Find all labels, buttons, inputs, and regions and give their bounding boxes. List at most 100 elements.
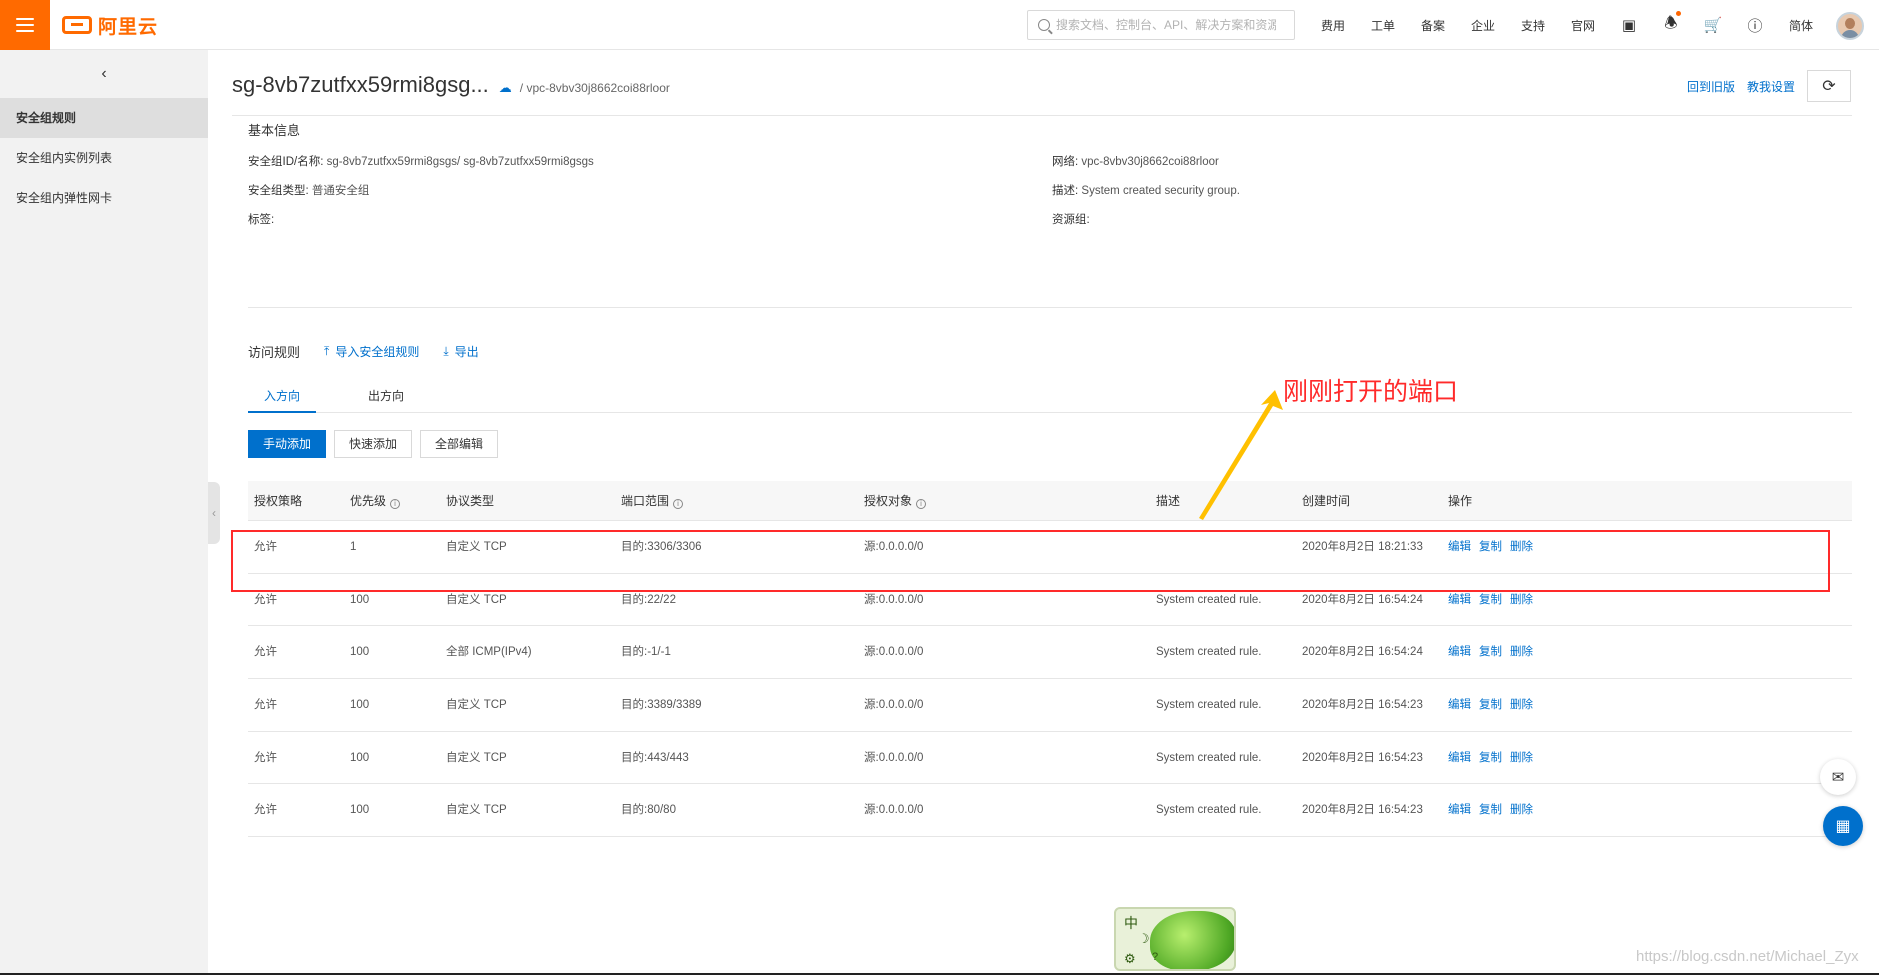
sidebar-item-instances[interactable]: 安全组内实例列表 bbox=[0, 138, 208, 178]
delete-link[interactable]: 删除 bbox=[1510, 626, 1533, 678]
info-network: 网络: vpc-8vbv30j8662coi88rloor bbox=[1052, 153, 1219, 169]
copy-link[interactable]: 复制 bbox=[1479, 626, 1502, 678]
cell-created-time: 2020年8月2日 16:54:23 bbox=[1302, 804, 1423, 817]
table-row: 允许 100 自定义 TCP 目的:80/80 源:0.0.0.0/0 System cr… bbox=[248, 784, 1852, 838]
info-id-label: 安全组ID/名称: bbox=[248, 156, 324, 168]
cell-actions: 编辑 复制 删除 bbox=[1448, 784, 1533, 836]
info-network-label: 网络: bbox=[1052, 156, 1079, 168]
cell-description: System created rule. bbox=[1156, 804, 1262, 817]
refresh-button[interactable]: ⟳ bbox=[1807, 70, 1851, 102]
cell-priority: 100 bbox=[350, 751, 370, 764]
search-box[interactable] bbox=[1027, 10, 1295, 40]
cell-policy: 允许 bbox=[254, 646, 277, 659]
edit-link[interactable]: 编辑 bbox=[1448, 626, 1471, 678]
back-to-old-link[interactable]: 回到旧版 bbox=[1687, 78, 1735, 95]
nav-fees[interactable]: 费用 bbox=[1308, 17, 1358, 34]
bell-icon[interactable]: 🕭 bbox=[1650, 10, 1692, 38]
rules-header: 访问规则 ⤒ 导入安全组规则 ⤓ 导出 bbox=[248, 342, 479, 361]
tutorial-link[interactable]: 教我设置 bbox=[1747, 78, 1795, 95]
language-switch[interactable]: 简体 bbox=[1776, 17, 1826, 34]
logo-text: 阿里云 bbox=[98, 16, 159, 38]
cell-description: System created rule. bbox=[1156, 699, 1262, 712]
help-icon[interactable]: ? bbox=[1152, 951, 1158, 963]
cell-policy: 允许 bbox=[254, 699, 277, 712]
delete-link[interactable]: 删除 bbox=[1510, 679, 1533, 731]
export-label: 导出 bbox=[454, 345, 479, 359]
apps-grid-icon[interactable]: ▦ bbox=[1823, 806, 1863, 846]
copy-link[interactable]: 复制 bbox=[1479, 679, 1502, 731]
edit-all-button[interactable]: 全部编辑 bbox=[420, 430, 499, 458]
cell-port-range: 目的:443/443 bbox=[621, 751, 689, 764]
user-avatar[interactable] bbox=[1836, 12, 1864, 40]
ime-mode-char[interactable]: 中 bbox=[1124, 913, 1138, 933]
gear-icon[interactable]: ⚙ bbox=[1124, 951, 1136, 967]
info-tags-label: 标签: bbox=[248, 214, 275, 226]
divider bbox=[232, 115, 1852, 116]
menu-icon[interactable] bbox=[0, 0, 50, 50]
col-priority-label: 优先级 bbox=[350, 494, 387, 508]
cell-protocol: 自定义 TCP bbox=[446, 751, 507, 764]
col-object: 授权对象 i bbox=[864, 481, 927, 521]
nav-official-site[interactable]: 官网 bbox=[1558, 17, 1608, 34]
import-rules-link[interactable]: ⤒ 导入安全组规则 bbox=[324, 343, 419, 360]
nav-enterprise[interactable]: 企业 bbox=[1458, 17, 1508, 34]
copy-link[interactable]: 复制 bbox=[1479, 784, 1502, 836]
nav-tickets[interactable]: 工单 bbox=[1358, 17, 1408, 34]
info-icon[interactable]: i bbox=[916, 499, 927, 509]
chat-icon[interactable]: ✉ bbox=[1820, 759, 1856, 795]
col-port-label: 端口范围 bbox=[621, 494, 670, 508]
watermark: https://blog.csdn.net/Michael_Zyx bbox=[1636, 948, 1859, 965]
info-tags: 标签: bbox=[248, 211, 274, 227]
nav-support[interactable]: 支持 bbox=[1508, 17, 1558, 34]
vpc-breadcrumb[interactable]: / vpc-8vbv30j8662coi88rloor bbox=[520, 81, 670, 95]
cell-auth-object: 源:0.0.0.0/0 bbox=[864, 646, 924, 659]
cell-protocol: 自定义 TCP bbox=[446, 804, 507, 817]
info-icon[interactable]: i bbox=[673, 499, 684, 509]
cell-created-time: 2020年8月2日 16:54:23 bbox=[1302, 751, 1423, 764]
cell-policy: 允许 bbox=[254, 751, 277, 764]
cell-auth-object: 源:0.0.0.0/0 bbox=[864, 699, 924, 712]
top-navbar: 阿里云 费用 工单 备案 企业 支持 官网 ▣ 🕭 🛒 ⓘ 简体 bbox=[0, 0, 1879, 50]
manual-add-button[interactable]: 手动添加 bbox=[248, 430, 327, 458]
sidebar-item-rules[interactable]: 安全组规则 bbox=[0, 98, 208, 138]
delete-link[interactable]: 删除 bbox=[1510, 732, 1533, 784]
col-policy: 授权策略 bbox=[254, 494, 303, 508]
cell-protocol: 自定义 TCP bbox=[446, 699, 507, 712]
sidebar-item-eni[interactable]: 安全组内弹性网卡 bbox=[0, 178, 208, 218]
search-input[interactable] bbox=[1056, 18, 1276, 32]
download-icon: ⤓ bbox=[443, 344, 449, 358]
page-header: sg-8vb7zutfxx59rmi8gsg... ☁ / vpc-8vbv30… bbox=[232, 72, 670, 98]
terminal-icon[interactable]: ▣ bbox=[1608, 16, 1650, 34]
table-header: 授权策略 优先级 i 协议类型 端口范围 i 授权对象 i 描述 创建时间 操作 bbox=[248, 481, 1852, 521]
tab-inbound[interactable]: 入方向 bbox=[248, 385, 316, 413]
info-type-label: 安全组类型: bbox=[248, 185, 309, 197]
edit-link[interactable]: 编辑 bbox=[1448, 732, 1471, 784]
info-description-value: System created security group. bbox=[1081, 185, 1240, 197]
rules-title: 访问规则 bbox=[248, 345, 301, 360]
ime-widget[interactable]: 中 ☽ ⚙ ? bbox=[1114, 907, 1236, 971]
info-description-label: 描述: bbox=[1052, 185, 1079, 197]
copy-link[interactable]: 复制 bbox=[1479, 732, 1502, 784]
help-icon[interactable]: ⓘ bbox=[1734, 15, 1776, 36]
top-nav-links: 费用 工单 备案 企业 支持 官网 ▣ 🕭 🛒 ⓘ 简体 bbox=[1308, 0, 1826, 50]
upload-icon: ⤒ bbox=[324, 344, 330, 358]
nav-icp[interactable]: 备案 bbox=[1408, 17, 1458, 34]
export-link[interactable]: ⤓ 导出 bbox=[443, 343, 478, 360]
cloud-icon[interactable]: ☁ bbox=[499, 80, 512, 96]
info-resource-group: 资源组: bbox=[1052, 211, 1090, 227]
sidebar: ‹ 安全组规则 安全组内实例列表 安全组内弹性网卡 bbox=[0, 50, 208, 975]
info-icon[interactable]: i bbox=[390, 499, 401, 509]
cell-port-range: 目的:80/80 bbox=[621, 804, 676, 817]
tab-outbound[interactable]: 出方向 bbox=[352, 385, 420, 413]
quick-add-button[interactable]: 快速添加 bbox=[334, 430, 413, 458]
cart-icon[interactable]: 🛒 bbox=[1692, 16, 1734, 34]
col-created-time: 创建时间 bbox=[1302, 494, 1351, 508]
edit-link[interactable]: 编辑 bbox=[1448, 784, 1471, 836]
moon-icon[interactable]: ☽ bbox=[1138, 931, 1150, 947]
delete-link[interactable]: 删除 bbox=[1510, 784, 1533, 836]
aliyun-logo[interactable]: 阿里云 bbox=[62, 12, 158, 38]
table-row: 允许 100 自定义 TCP 目的:3389/3389 源:0.0.0.0/0 Syste… bbox=[248, 679, 1852, 732]
edit-link[interactable]: 编辑 bbox=[1448, 679, 1471, 731]
collapse-chevron-left-icon[interactable]: ‹ bbox=[0, 50, 208, 98]
info-network-value: vpc-8vbv30j8662coi88rloor bbox=[1081, 156, 1219, 168]
